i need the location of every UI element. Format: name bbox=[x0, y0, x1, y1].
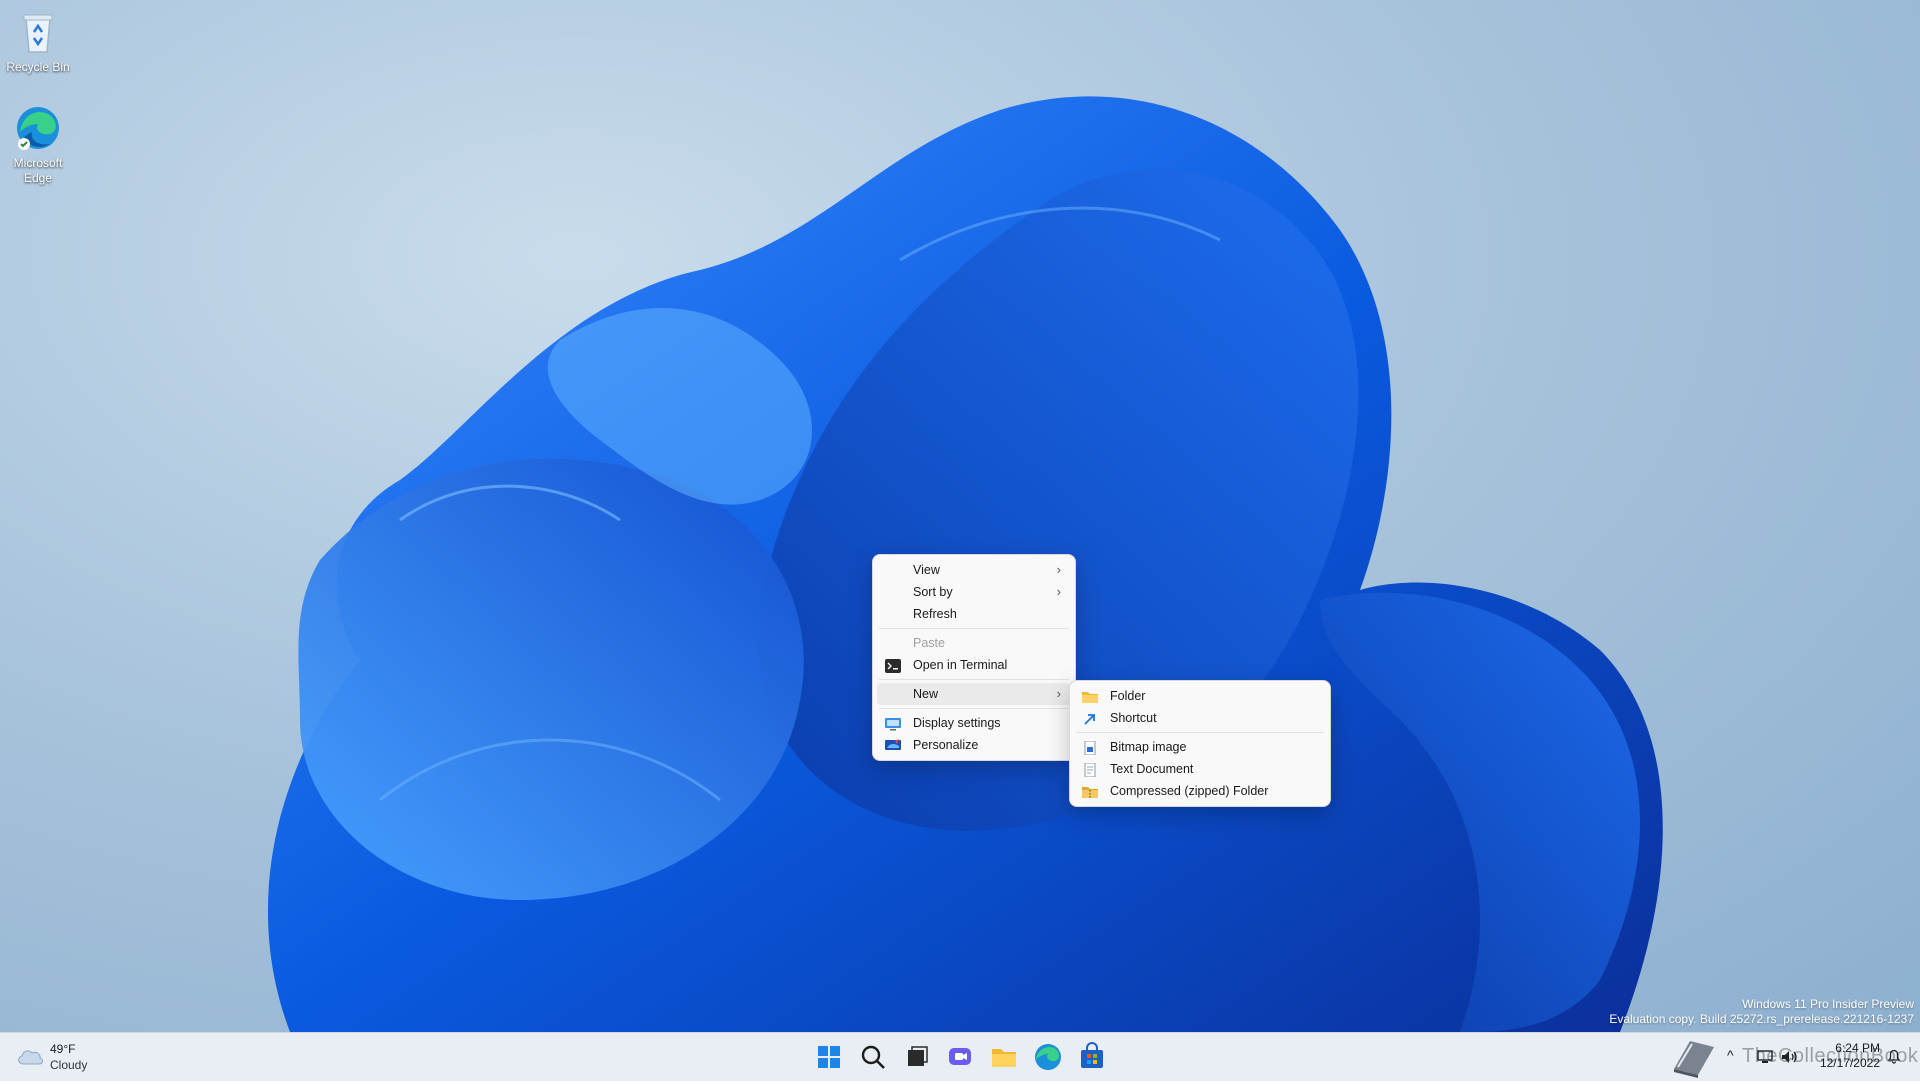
search-icon[interactable] bbox=[858, 1042, 888, 1072]
volume-icon[interactable] bbox=[1780, 1049, 1798, 1070]
watermark-line-edition: Windows 11 Pro Insider Preview bbox=[1742, 997, 1914, 1011]
chevron-right-icon: › bbox=[1056, 562, 1061, 577]
desktop-icon-recycle-bin[interactable]: Recycle Bin bbox=[0, 8, 78, 75]
desktop[interactable]: Recycle Bin Microsoft Edge View › Sort b… bbox=[0, 0, 1920, 1032]
menu-item-label: Personalize bbox=[913, 738, 979, 752]
cloud-icon bbox=[16, 1046, 44, 1071]
menu-item-label: Folder bbox=[1110, 689, 1146, 703]
personalize-icon bbox=[885, 738, 901, 752]
watermark-line-build: Evaluation copy. Build 25272.rs_prerelea… bbox=[1609, 1012, 1914, 1026]
bitmap-image-icon bbox=[1082, 740, 1098, 756]
taskbar: 49°F Cloudy ^ TheCollectionBook 6:24 PM … bbox=[0, 1032, 1920, 1081]
menu-separator bbox=[879, 628, 1069, 629]
desktop-context-menu: View › Sort by › Refresh Paste Open in T… bbox=[872, 554, 1076, 761]
menu-item-sort-by[interactable]: Sort by › bbox=[877, 581, 1071, 603]
chevron-right-icon: › bbox=[1056, 584, 1061, 599]
build-watermark: Windows 11 Pro Insider Preview Evaluatio… bbox=[1609, 997, 1914, 1027]
submenu-item-zipped-folder[interactable]: Compressed (zipped) Folder bbox=[1074, 780, 1326, 802]
chevron-right-icon: › bbox=[1056, 686, 1061, 701]
submenu-item-text-document[interactable]: Text Document bbox=[1074, 758, 1326, 780]
folder-icon bbox=[1082, 689, 1098, 703]
desktop-icon-edge[interactable]: Microsoft Edge bbox=[0, 104, 78, 186]
menu-item-label: View bbox=[913, 563, 940, 577]
edge-icon bbox=[14, 104, 62, 152]
menu-item-label: New bbox=[913, 687, 939, 701]
shortcut-arrow-icon bbox=[1082, 711, 1098, 725]
menu-item-open-terminal[interactable]: Open in Terminal bbox=[877, 654, 1071, 676]
menu-item-refresh[interactable]: Refresh bbox=[877, 603, 1071, 625]
menu-item-label: Sort by bbox=[913, 585, 953, 599]
zipped-folder-icon bbox=[1082, 784, 1098, 798]
menu-item-new[interactable]: New › bbox=[877, 683, 1071, 705]
desktop-icon-label: Recycle Bin bbox=[6, 60, 70, 74]
menu-item-label: Text Document bbox=[1110, 762, 1194, 776]
chat-icon[interactable] bbox=[945, 1042, 975, 1072]
menu-separator bbox=[879, 708, 1069, 709]
notification-bell-icon[interactable] bbox=[1886, 1048, 1902, 1069]
network-icon[interactable] bbox=[1756, 1049, 1774, 1070]
menu-item-label: Paste bbox=[913, 636, 945, 650]
display-settings-icon bbox=[885, 716, 901, 731]
terminal-icon bbox=[885, 658, 901, 673]
menu-item-display-settings[interactable]: Display settings bbox=[877, 712, 1071, 734]
weather-temp: 49°F bbox=[50, 1042, 76, 1056]
show-hidden-icons-chevron-icon[interactable]: ^ bbox=[1727, 1047, 1734, 1063]
menu-item-label: Bitmap image bbox=[1110, 740, 1187, 754]
file-explorer-icon[interactable] bbox=[989, 1042, 1019, 1072]
text-document-icon bbox=[1082, 762, 1098, 778]
submenu-item-bitmap[interactable]: Bitmap image bbox=[1074, 736, 1326, 758]
start-icon[interactable] bbox=[814, 1042, 844, 1072]
menu-separator bbox=[1076, 732, 1324, 733]
menu-item-label: Display settings bbox=[913, 716, 1001, 730]
menu-item-label: Compressed (zipped) Folder bbox=[1110, 784, 1269, 798]
menu-item-label: Refresh bbox=[913, 607, 957, 621]
submenu-item-folder[interactable]: Folder bbox=[1074, 685, 1326, 707]
menu-separator bbox=[879, 679, 1069, 680]
wallpaper-bloom bbox=[267, 96, 1663, 1032]
store-icon[interactable] bbox=[1077, 1042, 1107, 1072]
clock-date: 12/17/2022 bbox=[1819, 1056, 1880, 1070]
clock[interactable]: 6:24 PM 12/17/2022 bbox=[1804, 1041, 1880, 1071]
desktop-icon-label: Microsoft Edge bbox=[13, 156, 63, 185]
edge-icon[interactable] bbox=[1033, 1042, 1063, 1072]
menu-item-label: Shortcut bbox=[1110, 711, 1157, 725]
task-view-icon[interactable] bbox=[901, 1042, 931, 1072]
recycle-bin-icon bbox=[14, 8, 62, 56]
book-watermark-icon bbox=[1668, 1035, 1720, 1084]
menu-item-paste: Paste bbox=[877, 632, 1071, 654]
clock-time: 6:24 PM bbox=[1835, 1041, 1880, 1055]
weather-widget[interactable]: 49°F Cloudy bbox=[16, 1040, 136, 1074]
submenu-item-shortcut[interactable]: Shortcut bbox=[1074, 707, 1326, 729]
menu-item-view[interactable]: View › bbox=[877, 559, 1071, 581]
new-submenu: Folder Shortcut Bitmap image Text Docume… bbox=[1069, 680, 1331, 807]
menu-item-label: Open in Terminal bbox=[913, 658, 1008, 672]
menu-item-personalize[interactable]: Personalize bbox=[877, 734, 1071, 756]
weather-condition: Cloudy bbox=[50, 1058, 88, 1072]
